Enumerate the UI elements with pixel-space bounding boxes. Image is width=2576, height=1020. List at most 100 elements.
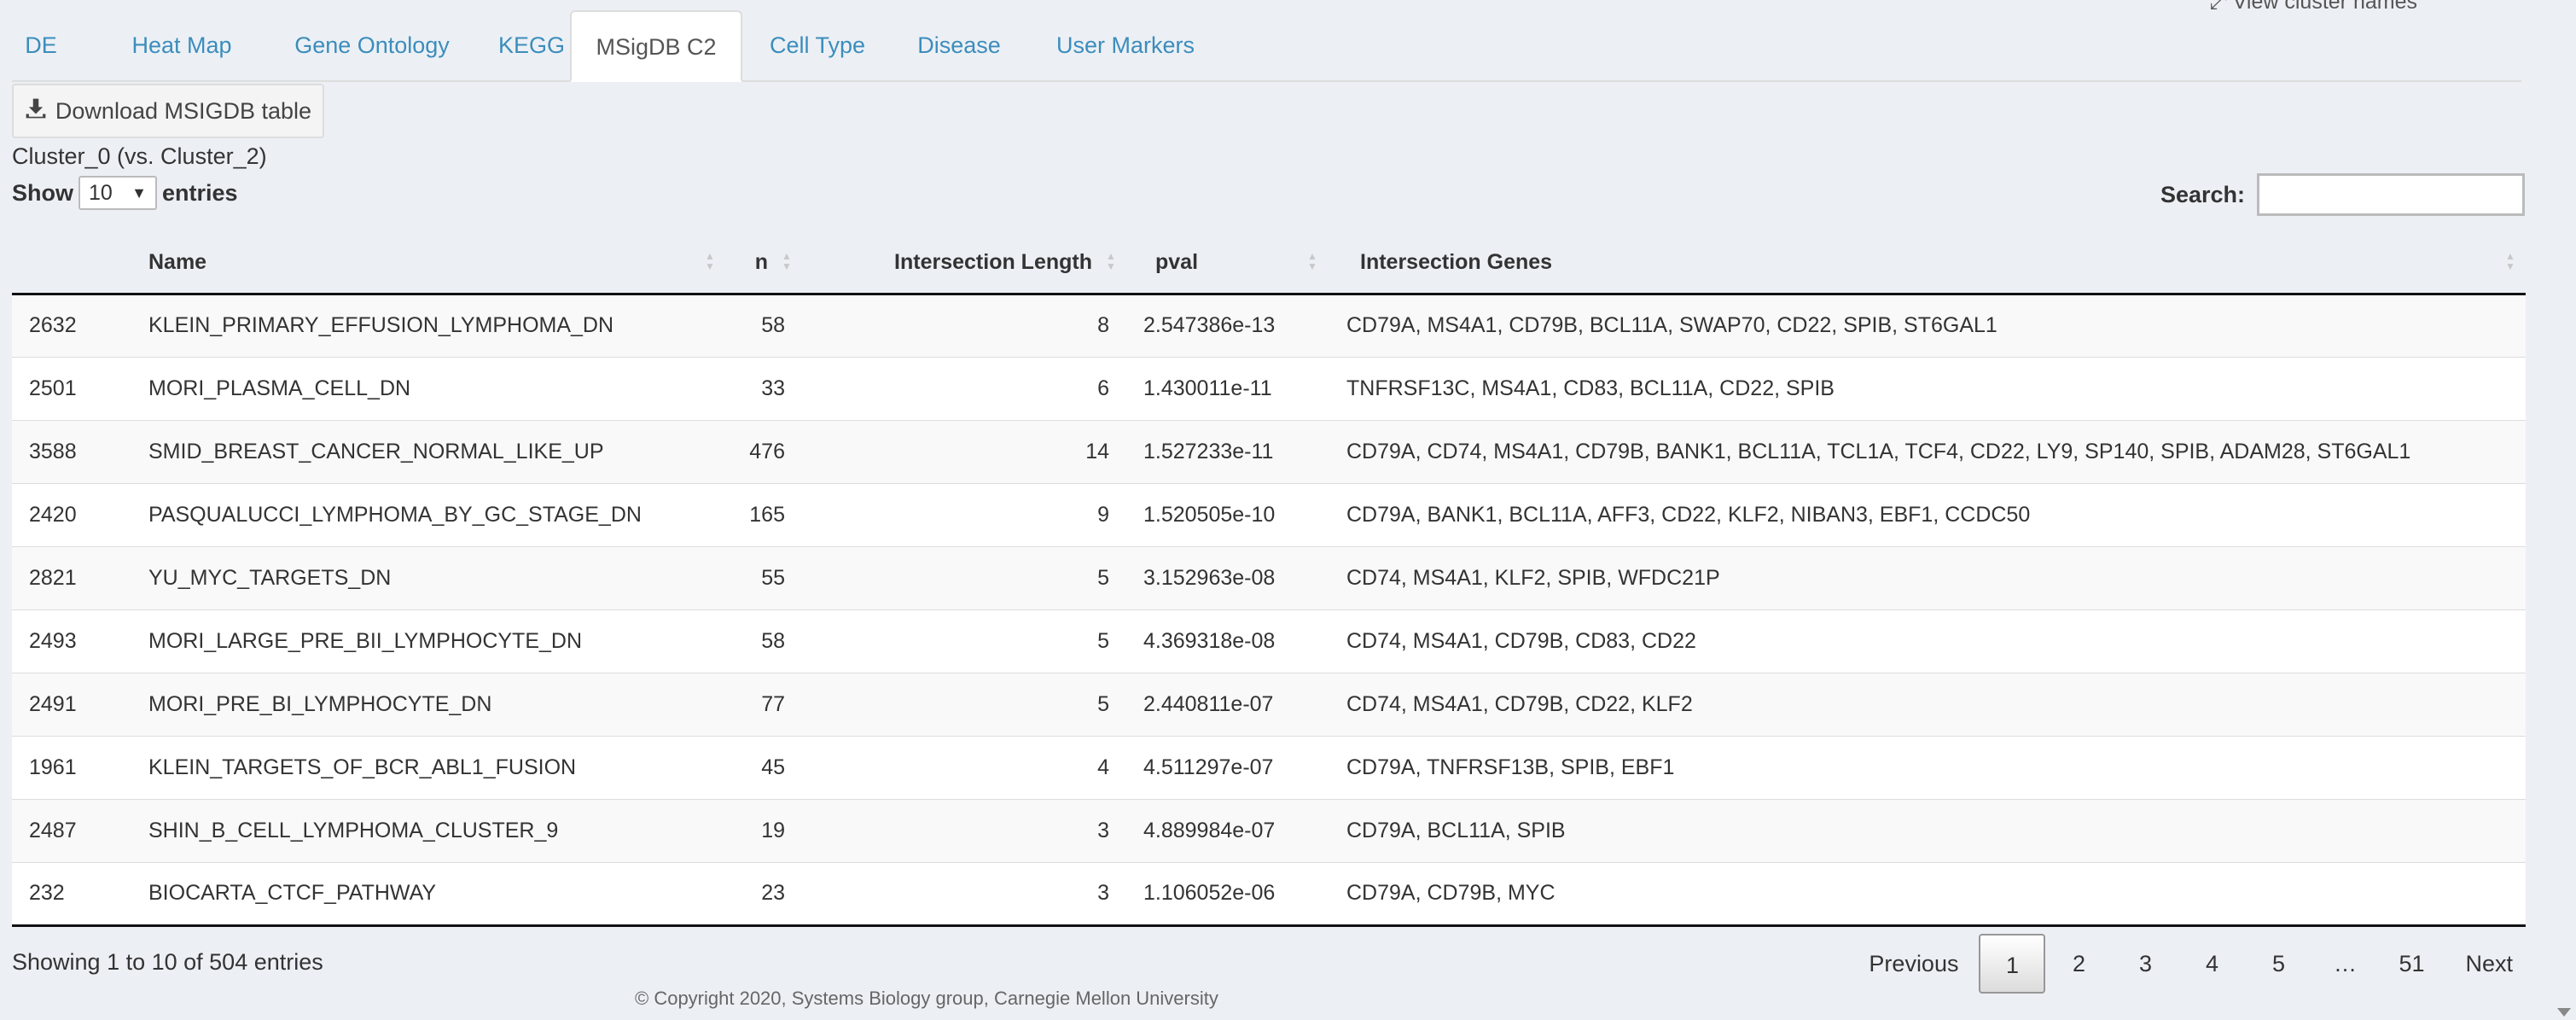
search-control: Search: — [2160, 173, 2525, 216]
entries-select-value: 10 — [89, 180, 113, 205]
tab-de[interactable]: DE — [12, 10, 70, 80]
msigdb-results-table: Name ▲ ▼ n ▲ ▼ Intersection Length ▲ ▼ pval ▲ ▼ … — [12, 232, 2526, 927]
cell-gene-set-name: MORI_LARGE_PRE_BII_LYMPHOCYTE_DN — [111, 609, 725, 673]
table-row[interactable]: 232 BIOCARTA_CTCF_PATHWAY 23 3 1.106052e-06 C… — [12, 861, 2526, 927]
cell-n: 165 — [725, 482, 802, 546]
download-msigdb-button[interactable]: Download MSIGDB table — [12, 84, 324, 138]
cell-intersection-length: 3 — [802, 798, 1126, 862]
cell-intersection-genes: CD74, MS4A1, KLF2, SPIB, WFDC21P — [1328, 545, 2526, 609]
column-header-n[interactable]: n ▲ ▼ — [725, 232, 802, 295]
copyright-footer: © Copyright 2020, Systems Biology group,… — [635, 988, 1218, 1009]
cell-n: 23 — [725, 861, 802, 927]
table-info: Showing 1 to 10 of 504 entries — [12, 949, 323, 975]
table-row[interactable]: 2632 KLEIN_PRIMARY_EFFUSION_LYMPHOMA_DN 58… — [12, 293, 2526, 357]
cell-n: 33 — [725, 356, 802, 420]
search-input[interactable] — [2257, 173, 2525, 216]
table-row[interactable]: 2493 MORI_LARGE_PRE_BII_LYMPHOCYTE_DN 58 5 4… — [12, 609, 2526, 673]
table-row[interactable]: 1961 KLEIN_TARGETS_OF_BCR_ABL1_FUSION 45 4 4… — [12, 735, 2526, 799]
column-header-intersection-genes[interactable]: Intersection Genes ▲ ▼ — [1328, 232, 2526, 295]
sort-icon: ▲ ▼ — [782, 250, 792, 273]
column-header-intersection-length[interactable]: Intersection Length ▲ ▼ — [802, 232, 1126, 295]
cell-n: 476 — [725, 419, 802, 483]
page-button-2[interactable]: 2 — [2045, 934, 2112, 994]
cell-intersection-genes: CD79A, CD74, MS4A1, CD79B, BANK1, BCL11A… — [1328, 419, 2526, 483]
previous-page-button[interactable]: Previous — [1857, 934, 1970, 994]
cell-index: 2821 — [12, 545, 111, 609]
table-header-row: Name ▲ ▼ n ▲ ▼ Intersection Length ▲ ▼ pval ▲ ▼ … — [12, 232, 2526, 295]
column-header-index[interactable] — [12, 232, 111, 295]
cell-intersection-genes: CD79A, TNFRSF13B, SPIB, EBF1 — [1328, 735, 2526, 799]
cell-n: 58 — [725, 609, 802, 673]
cell-pval: 4.511297e-07 — [1126, 735, 1328, 799]
cell-pval: 1.527233e-11 — [1126, 419, 1328, 483]
cell-intersection-length: 14 — [802, 419, 1126, 483]
sort-icon: ▲ ▼ — [1106, 250, 1116, 273]
cell-gene-set-name: KLEIN_TARGETS_OF_BCR_ABL1_FUSION — [111, 735, 725, 799]
cell-intersection-length: 5 — [802, 672, 1126, 736]
column-header-name[interactable]: Name ▲ ▼ — [111, 232, 725, 295]
caret-down-icon: ▼ — [131, 184, 147, 201]
cell-n: 58 — [725, 293, 802, 357]
length-control: Show 10 ▼ entries — [12, 176, 238, 210]
cell-intersection-genes: CD79A, CD79B, MYC — [1328, 861, 2526, 927]
scroll-down-icon[interactable] — [2557, 1008, 2571, 1017]
sort-icon: ▲ ▼ — [1307, 250, 1317, 273]
cell-intersection-length: 3 — [802, 861, 1126, 927]
cell-intersection-length: 8 — [802, 293, 1126, 357]
cell-gene-set-name: SMID_BREAST_CANCER_NORMAL_LIKE_UP — [111, 419, 725, 483]
cell-n: 55 — [725, 545, 802, 609]
cell-index: 3588 — [12, 419, 111, 483]
cell-pval: 1.520505e-10 — [1126, 482, 1328, 546]
tab-gene-ontology[interactable]: Gene Ontology — [263, 10, 481, 80]
cell-intersection-genes: CD79A, MS4A1, CD79B, BCL11A, SWAP70, CD2… — [1328, 293, 2526, 357]
cell-intersection-length: 9 — [802, 482, 1126, 546]
cell-n: 19 — [725, 798, 802, 862]
cluster-comparison-label: Cluster_0 (vs. Cluster_2) — [12, 143, 267, 169]
table-row[interactable]: 2821 YU_MYC_TARGETS_DN 55 5 3.152963e-08 CD74… — [12, 545, 2526, 609]
tab-disease[interactable]: Disease — [899, 10, 1019, 80]
tab-msigdb-c2[interactable]: MSigDB C2 — [570, 10, 742, 82]
download-button-label: Download MSIGDB table — [55, 97, 312, 124]
cell-pval: 2.547386e-13 — [1126, 293, 1328, 357]
entries-label: entries — [162, 179, 238, 206]
cell-n: 45 — [725, 735, 802, 799]
search-label: Search: — [2160, 181, 2245, 207]
page-button-4[interactable]: 4 — [2178, 934, 2245, 994]
download-icon — [25, 97, 47, 125]
sort-icon: ▲ ▼ — [705, 250, 715, 273]
tab-user-markers[interactable]: User Markers — [1036, 10, 1215, 80]
cell-index: 2632 — [12, 293, 111, 357]
cell-gene-set-name: KLEIN_PRIMARY_EFFUSION_LYMPHOMA_DN — [111, 293, 725, 357]
page-button-51[interactable]: 51 — [2378, 934, 2445, 994]
table-row[interactable]: 2501 MORI_PLASMA_CELL_DN 33 6 1.430011e-11 TN… — [12, 356, 2526, 420]
pagination-ellipsis: … — [2333, 951, 2357, 976]
page-button-1[interactable]: 1 — [1979, 934, 2046, 994]
cell-pval: 2.440811e-07 — [1126, 672, 1328, 736]
cell-index: 2501 — [12, 356, 111, 420]
cell-index: 2493 — [12, 609, 111, 673]
cell-pval: 4.889984e-07 — [1126, 798, 1328, 862]
cell-gene-set-name: SHIN_B_CELL_LYMPHOMA_CLUSTER_9 — [111, 798, 725, 862]
table-row[interactable]: 2420 PASQUALUCCI_LYMPHOMA_BY_GC_STAGE_DN 1… — [12, 482, 2526, 546]
cell-gene-set-name: MORI_PRE_BI_LYMPHOCYTE_DN — [111, 672, 725, 736]
page-button-3[interactable]: 3 — [2112, 934, 2178, 994]
cell-intersection-length: 4 — [802, 735, 1126, 799]
column-header-pval[interactable]: pval ▲ ▼ — [1126, 232, 1328, 295]
table-row[interactable]: 2491 MORI_PRE_BI_LYMPHOCYTE_DN 77 5 2.440811… — [12, 672, 2526, 736]
pagination: Previous 1 2 3 4 5 … 51 Next — [1857, 934, 2525, 994]
page-scrollbar[interactable] — [2554, 0, 2576, 1020]
cell-index: 1961 — [12, 735, 111, 799]
cell-pval: 3.152963e-08 — [1126, 545, 1328, 609]
cell-intersection-length: 5 — [802, 545, 1126, 609]
cell-intersection-genes: TNFRSF13C, MS4A1, CD83, BCL11A, CD22, SP… — [1328, 356, 2526, 420]
cell-intersection-length: 5 — [802, 609, 1126, 673]
next-page-button[interactable]: Next — [2453, 934, 2525, 994]
table-row[interactable]: 3588 SMID_BREAST_CANCER_NORMAL_LIKE_UP 476… — [12, 419, 2526, 483]
cell-pval: 1.106052e-06 — [1126, 861, 1328, 927]
entries-select[interactable]: 10 ▼ — [79, 176, 157, 210]
tab-cell-type[interactable]: Cell Type — [753, 10, 882, 80]
tab-heat-map[interactable]: Heat Map — [109, 10, 254, 80]
page-button-5[interactable]: 5 — [2245, 934, 2311, 994]
table-row[interactable]: 2487 SHIN_B_CELL_LYMPHOMA_CLUSTER_9 19 3 4.8… — [12, 798, 2526, 862]
cell-intersection-length: 6 — [802, 356, 1126, 420]
